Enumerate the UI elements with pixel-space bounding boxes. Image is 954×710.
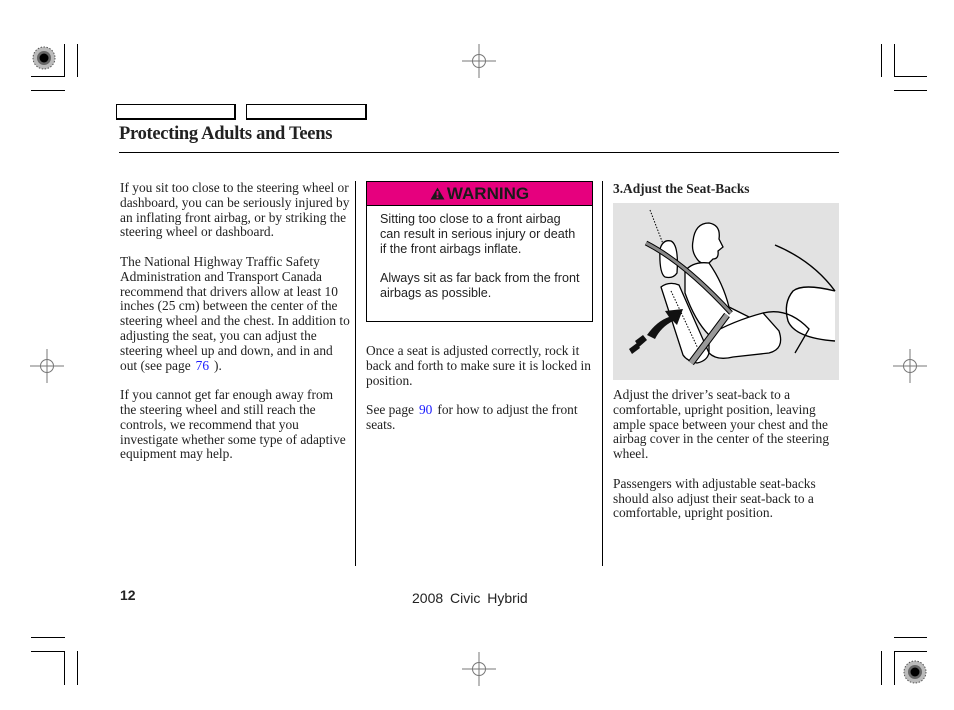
column-2-text: Once a seat is adjusted correctly, rock … [366, 343, 598, 448]
page-link-76[interactable]: 76 [191, 358, 214, 373]
paragraph: If you sit too close to the steering whe… [120, 180, 350, 240]
paragraph: If you cannot get far enough away from t… [120, 387, 346, 462]
warning-triangle-icon [430, 187, 445, 200]
seat-back-illustration [613, 203, 839, 380]
paragraph: The National Highway Traffic Safety Admi… [120, 253, 350, 373]
step-heading: 3.Adjust the Seat-Backs [613, 181, 750, 196]
column-3-text: Adjust the driver’s seat-back to a comfo… [613, 387, 839, 536]
paragraph: Once a seat is adjusted correctly, rock … [366, 343, 591, 388]
page-link-90[interactable]: 90 [414, 402, 437, 417]
crosshair-mark-right-icon [893, 349, 927, 383]
nav-tab-box-1[interactable] [116, 104, 236, 120]
crosshair-mark-bottom-icon [462, 652, 496, 686]
warning-header: WARNING [367, 182, 592, 206]
column-1: If you sit too close to the steering whe… [120, 180, 350, 477]
registration-target-icon [32, 46, 56, 70]
page-number: 12 [120, 587, 136, 603]
warning-text: Always sit as far back from the front ai… [380, 271, 580, 300]
section-title: Protecting Adults and Teens [119, 124, 333, 144]
crosshair-mark-left-icon [30, 349, 64, 383]
warning-text: Sitting too close to a front airbag can … [380, 212, 576, 256]
title-divider [119, 152, 839, 153]
column-divider [355, 181, 356, 566]
crosshair-mark-top-icon [462, 44, 496, 78]
paragraph: See page 90 for how to adjust the front se… [366, 402, 578, 432]
paragraph: Adjust the driver’s seat-back to a comfo… [613, 387, 830, 462]
footer-model-name: 2008 Civic Hybrid [412, 590, 528, 606]
nav-tab-box-2[interactable] [246, 104, 367, 120]
column-divider [602, 181, 603, 566]
paragraph: Passengers with adjustable seat-backs sh… [613, 475, 816, 521]
seat-adjustment-diagram-icon [629, 209, 836, 366]
warning-body: Sitting too close to a front airbag can … [367, 206, 592, 301]
registration-target-icon [903, 660, 927, 684]
warning-box: WARNING Sitting too close to a front air… [366, 181, 593, 322]
warning-label: WARNING [446, 183, 530, 203]
